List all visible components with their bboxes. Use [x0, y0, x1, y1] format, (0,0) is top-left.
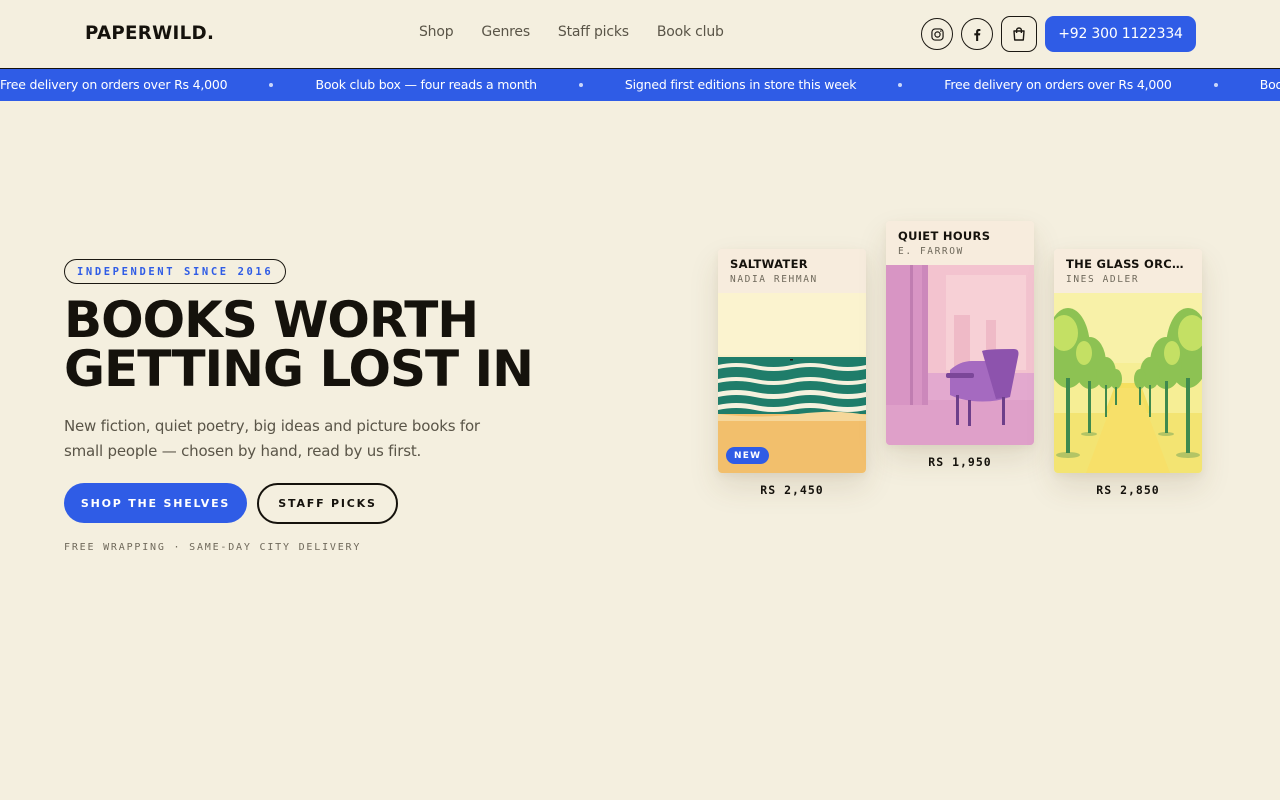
book-card-saltwater[interactable]: SALTWATER NADIA REHMAN NEW RS 2,450: [718, 249, 866, 497]
instagram-button[interactable]: [921, 18, 953, 50]
book-title: SALTWATER: [730, 257, 808, 271]
phone-button[interactable]: +92 300 1122334: [1045, 16, 1196, 52]
announcement-ticker: Free delivery on orders over Rs 4,000 Bo…: [0, 68, 1280, 101]
ticker-text: Book club box — four reads a month: [1259, 77, 1280, 92]
shopping-bag-icon: [1013, 27, 1025, 41]
ticker-separator: [1213, 82, 1218, 87]
book-meta: SALTWATER NADIA REHMAN: [718, 249, 866, 293]
book-cover[interactable]: QUIET HOURS E. FARROW: [886, 221, 1034, 445]
book-price: RS 2,450: [760, 483, 824, 497]
delivery-note: FREE WRAPPING · SAME-DAY CITY DELIVERY: [64, 542, 362, 553]
book-cover[interactable]: SALTWATER NADIA REHMAN NEW: [718, 249, 866, 473]
ticker-item: Book club box — four reads a month: [315, 77, 624, 92]
new-badge: NEW: [726, 447, 770, 464]
book-meta: THE GLASS ORCHARD INES ADLER: [1054, 249, 1202, 293]
book-title: QUIET HOURS: [898, 229, 991, 243]
staff-picks-button[interactable]: STAFF PICKS: [257, 483, 398, 524]
book-price: RS 1,950: [928, 455, 992, 469]
chair-illustration: [886, 265, 1034, 445]
instagram-icon: [930, 27, 944, 41]
book-price: RS 2,850: [1096, 483, 1160, 497]
facebook-button[interactable]: [961, 18, 993, 50]
book-author: NADIA REHMAN: [730, 274, 818, 285]
nav-shop[interactable]: Shop: [419, 24, 454, 40]
book-title: THE GLASS ORCHARD: [1066, 257, 1190, 271]
ticker-track: Free delivery on orders over Rs 4,000 Bo…: [0, 77, 1280, 92]
ticker-separator: [898, 82, 903, 87]
nav-genres[interactable]: Genres: [481, 24, 530, 40]
book-card-the-glass-orchard[interactable]: THE GLASS ORCHARD INES ADLER: [1054, 249, 1202, 497]
ticker-item: Signed first editions in store this week: [625, 77, 944, 92]
hero-subtitle: New fiction, quiet poetry, big ideas and…: [64, 417, 480, 460]
ticker-item: Book club box — four reads a month: [1260, 77, 1280, 92]
ticker-item: Free delivery on orders over Rs 4,000: [0, 77, 315, 92]
cover-art-orchard: [1054, 293, 1202, 473]
book-meta: QUIET HOURS E. FARROW: [886, 221, 1034, 265]
eyebrow-badge: INDEPENDENT SINCE 2016: [64, 259, 287, 284]
facebook-icon: [974, 28, 981, 41]
cover-art-sea: NEW: [718, 293, 866, 473]
ticker-separator: [269, 82, 274, 87]
cart-button[interactable]: [1001, 16, 1037, 52]
book-card-quiet-hours[interactable]: QUIET HOURS E. FARROW RS 1,950: [886, 221, 1034, 469]
sea-illustration: [718, 293, 866, 473]
book-author: E. FARROW: [898, 246, 964, 257]
logo[interactable]: PAPERWILD.: [85, 22, 214, 44]
nav-staff-picks[interactable]: Staff picks: [558, 24, 629, 40]
ticker-separator: [578, 82, 583, 87]
cover-art-chair: [886, 265, 1034, 445]
shop-the-shelves-button[interactable]: SHOP THE SHELVES: [64, 483, 247, 523]
book-author: INES ADLER: [1066, 274, 1140, 285]
headline-line-2: GETTING LOST IN: [64, 340, 534, 398]
ticker-text: Free delivery on orders over Rs 4,000: [0, 77, 228, 92]
nav-book-club[interactable]: Book club: [657, 24, 724, 40]
book-cover[interactable]: THE GLASS ORCHARD INES ADLER: [1054, 249, 1202, 473]
ticker-text: Book club box — four reads a month: [315, 77, 537, 92]
ticker-text: Free delivery on orders over Rs 4,000: [944, 77, 1172, 92]
ticker-text: Signed first editions in store this week: [624, 77, 857, 92]
orchard-illustration: [1054, 293, 1202, 473]
ticker-item: Free delivery on orders over Rs 4,000: [944, 77, 1259, 92]
hero-headline: BOOKS WORTH GETTING LOST IN: [64, 291, 664, 398]
main-nav: Shop Genres Staff picks Book club: [419, 24, 752, 40]
headline-line-1: BOOKS WORTH: [64, 291, 479, 349]
site-header: PAPERWILD. Shop Genres Staff picks Book …: [0, 0, 1280, 68]
